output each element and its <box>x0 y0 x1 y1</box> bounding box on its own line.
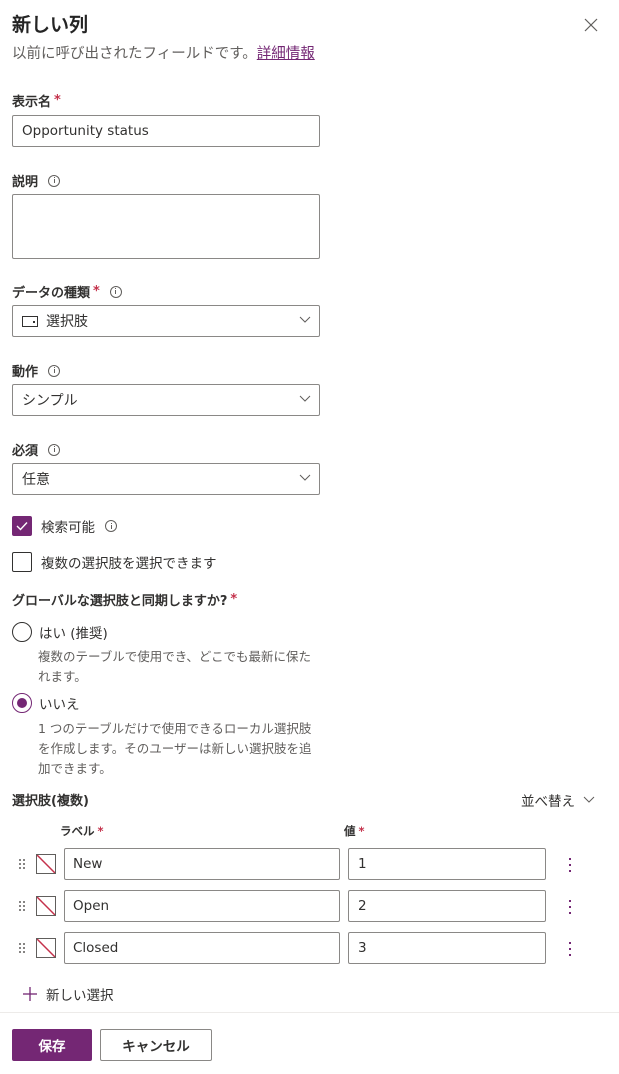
more-options-icon[interactable] <box>566 940 574 958</box>
description-label-text: 説明 <box>12 175 39 190</box>
new-column-panel: 新しい列 以前に呼び出されたフィールドです。詳細情報 表示名 * Opportun… <box>0 0 619 1074</box>
drag-handle-icon[interactable] <box>18 941 26 955</box>
required-marker: * <box>93 284 100 299</box>
searchable-checkbox[interactable] <box>12 516 32 536</box>
more-options-icon[interactable] <box>566 898 574 916</box>
subtitle-text: 以前に呼び出されたフィールドです。 <box>12 46 257 62</box>
color-picker-no-color-icon[interactable] <box>36 938 56 958</box>
plus-icon <box>23 987 37 1001</box>
required-marker: * <box>54 93 61 108</box>
radio-option-no[interactable]: いいえ <box>12 693 80 713</box>
choice-value-value: 1 <box>358 856 367 872</box>
value-column-header: 値 * <box>344 823 365 839</box>
chevron-down-icon <box>299 395 311 402</box>
required-marker: * <box>358 824 365 838</box>
searchable-label: 検索可能 <box>41 520 95 536</box>
choice-value-input[interactable]: 1 <box>348 848 546 880</box>
info-icon[interactable] <box>48 443 61 456</box>
data-type-label: データの種類 * <box>12 282 122 301</box>
choice-label-input[interactable]: New <box>64 848 340 880</box>
choice-row: New 1 <box>0 848 619 880</box>
required-marker: * <box>230 592 238 607</box>
info-icon[interactable] <box>109 285 122 298</box>
chevron-down-icon <box>299 474 311 481</box>
save-button[interactable]: 保存 <box>12 1029 92 1061</box>
cancel-button[interactable]: キャンセル <box>100 1029 212 1061</box>
required-selected: 任意 <box>22 472 50 488</box>
description-label: 説明 <box>12 171 61 190</box>
value-header-text: 値 <box>344 824 356 838</box>
behavior-selected: シンプル <box>22 393 78 409</box>
choice-label-value: Closed <box>73 940 119 956</box>
radio-no[interactable] <box>12 693 32 713</box>
choice-value-input[interactable]: 3 <box>348 932 546 964</box>
info-icon[interactable] <box>105 520 117 532</box>
behavior-label-text: 動作 <box>12 365 39 380</box>
label-column-header: ラベル * <box>60 823 104 839</box>
sync-global-question: グローバルな選択肢と同期しますか? <box>12 594 228 609</box>
searchable-checkbox-row[interactable]: 検索可能 <box>12 516 117 536</box>
sort-button[interactable]: 並べ替え <box>521 790 595 810</box>
sync-global-label: グローバルな選択肢と同期しますか? * <box>12 590 237 609</box>
color-picker-no-color-icon[interactable] <box>36 896 56 916</box>
chevron-down-icon <box>299 316 311 323</box>
choice-icon <box>22 315 38 327</box>
choice-value-value: 3 <box>358 940 367 956</box>
choices-section-label-text: 選択肢(複数) <box>12 794 89 809</box>
radio-no-label: いいえ <box>39 697 80 713</box>
display-name-input[interactable]: Opportunity status <box>12 115 320 147</box>
radio-yes-label: はい (推奨) <box>39 626 108 642</box>
footer-divider <box>0 1012 619 1013</box>
choice-label-input[interactable]: Closed <box>64 932 340 964</box>
drag-handle-icon[interactable] <box>18 857 26 871</box>
data-type-dropdown[interactable]: 選択肢 <box>12 305 320 337</box>
panel-title: 新しい列 <box>12 14 89 36</box>
multi-select-checkbox-row[interactable]: 複数の選択肢を選択できます <box>12 552 217 572</box>
more-options-icon[interactable] <box>566 856 574 874</box>
label-header-text: ラベル <box>60 824 95 838</box>
checkmark-icon <box>16 522 28 531</box>
required-label-text: 必須 <box>12 444 39 459</box>
close-icon[interactable] <box>583 17 599 33</box>
display-name-label: 表示名 * <box>12 91 61 110</box>
data-type-selected: 選択肢 <box>46 314 88 330</box>
display-name-label-text: 表示名 <box>12 95 52 110</box>
multi-select-checkbox[interactable] <box>12 552 32 572</box>
data-type-label-text: データの種類 <box>12 286 91 301</box>
radio-yes[interactable] <box>12 622 32 642</box>
add-new-choice-label: 新しい選択 <box>46 988 114 1004</box>
info-icon[interactable] <box>48 174 61 187</box>
choices-section-label: 選択肢(複数) <box>12 790 89 809</box>
panel-subtitle: 以前に呼び出されたフィールドです。詳細情報 <box>12 42 315 63</box>
choice-row: Closed 3 <box>0 932 619 964</box>
required-marker: * <box>97 824 104 838</box>
chevron-down-icon <box>583 796 595 803</box>
description-textarea[interactable] <box>12 194 320 259</box>
multi-select-label: 複数の選択肢を選択できます <box>41 556 217 572</box>
choice-label-input[interactable]: Open <box>64 890 340 922</box>
color-picker-no-color-icon[interactable] <box>36 854 56 874</box>
radio-option-yes[interactable]: はい (推奨) <box>12 622 108 642</box>
choice-value-value: 2 <box>358 898 367 914</box>
choice-row: Open 2 <box>0 890 619 922</box>
behavior-label: 動作 <box>12 361 61 380</box>
sort-label: 並べ替え <box>521 794 575 810</box>
choice-value-input[interactable]: 2 <box>348 890 546 922</box>
add-new-choice-button[interactable]: 新しい選択 <box>22 984 114 1004</box>
choice-label-value: Open <box>73 898 110 914</box>
radio-no-description: 1 つのテーブルだけで使用できるローカル選択肢を作成します。そのユーザーは新しい… <box>38 721 312 776</box>
display-name-value: Opportunity status <box>22 123 149 139</box>
learn-more-link[interactable]: 詳細情報 <box>257 46 315 62</box>
behavior-dropdown[interactable]: シンプル <box>12 384 320 416</box>
radio-yes-description: 複数のテーブルで使用でき、どこでも最新に保たれます。 <box>38 649 312 684</box>
choice-label-value: New <box>73 856 103 872</box>
info-icon[interactable] <box>48 364 61 377</box>
required-label: 必須 <box>12 440 61 459</box>
required-dropdown[interactable]: 任意 <box>12 463 320 495</box>
drag-handle-icon[interactable] <box>18 899 26 913</box>
